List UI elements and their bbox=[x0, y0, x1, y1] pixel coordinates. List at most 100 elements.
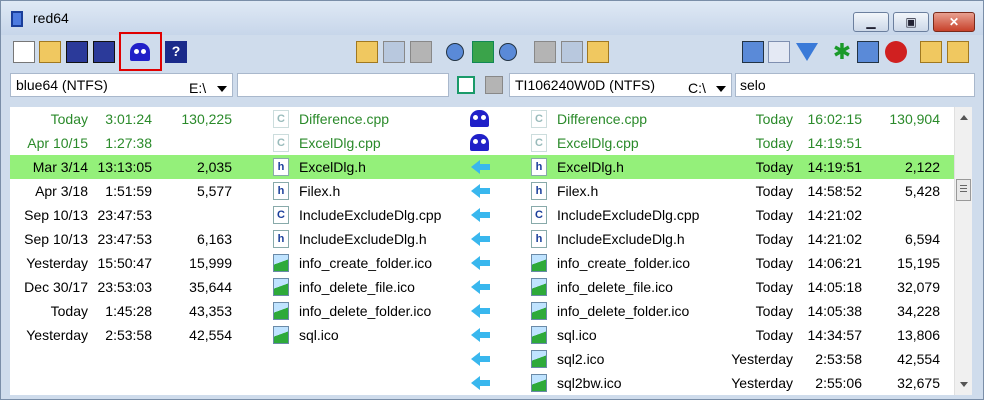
copy-left-arrow-icon[interactable] bbox=[471, 160, 491, 174]
ghost-compare-icon[interactable] bbox=[470, 134, 489, 151]
right-time: 14:34:57 bbox=[807, 327, 863, 343]
copy-left-arrow-icon[interactable] bbox=[471, 232, 491, 246]
clock-icon[interactable] bbox=[768, 41, 790, 63]
left-date: Today bbox=[50, 111, 88, 127]
left-size: 130,225 bbox=[181, 111, 232, 127]
close-button[interactable]: ✕ bbox=[933, 12, 975, 32]
copy-left-arrow-icon[interactable] bbox=[471, 256, 491, 270]
expand-tree-icon[interactable] bbox=[920, 41, 942, 63]
table-row[interactable]: Today 3:01:24 130,225 Difference.cpp Differe… bbox=[10, 107, 954, 131]
image-file-icon bbox=[531, 350, 547, 368]
right-volume-select[interactable]: TI106240W0D (NTFS) C:\ bbox=[509, 73, 732, 97]
collapse-tree-icon[interactable] bbox=[947, 41, 969, 63]
save-icon[interactable] bbox=[66, 41, 88, 63]
left-size: 15,999 bbox=[189, 255, 232, 271]
left-name: sql.ico bbox=[299, 327, 339, 343]
view-cube-icon[interactable] bbox=[742, 41, 764, 63]
copy-left-icon[interactable] bbox=[383, 41, 405, 63]
right-name: IncludeExcludeDlg.cpp bbox=[557, 207, 700, 223]
image-file-icon bbox=[531, 302, 547, 320]
left-name: IncludeExcludeDlg.h bbox=[299, 231, 427, 247]
right-drive-label: C:\ bbox=[688, 80, 706, 96]
stop-icon[interactable] bbox=[485, 76, 503, 94]
image-file-icon bbox=[273, 278, 289, 296]
scroll-up-icon[interactable] bbox=[960, 115, 968, 120]
help-icon[interactable]: ? bbox=[165, 41, 187, 63]
table-row[interactable]: Today 1:45:28 43,353 info_delete_folder.ico… bbox=[10, 299, 954, 323]
left-time: 13:13:05 bbox=[97, 159, 153, 175]
right-size: 32,675 bbox=[897, 375, 940, 391]
table-row[interactable]: Apr 10/15 1:27:38 ExcelDlg.cpp ExcelDlg.cpp… bbox=[10, 131, 954, 155]
table-row[interactable]: Mar 3/14 13:13:05 2,035 ExcelDlg.h ExcelDlg.… bbox=[10, 155, 954, 179]
left-size: 42,554 bbox=[189, 327, 232, 343]
right-time: 14:19:51 bbox=[807, 159, 863, 175]
app-window: red64 ▁ ▣ ✕ ? ✱ blue64 (NTFS) E:\ TI1062… bbox=[0, 0, 984, 400]
left-time: 2:53:58 bbox=[105, 327, 152, 343]
new-document-icon[interactable] bbox=[13, 41, 35, 63]
left-date: Apr 10/15 bbox=[27, 135, 88, 151]
header-file-icon: h bbox=[531, 230, 547, 248]
right-filter-input[interactable]: selo bbox=[735, 73, 975, 97]
right-name: sql2.ico bbox=[557, 351, 605, 367]
right-date: Today bbox=[755, 327, 793, 343]
ghost-compare-icon[interactable] bbox=[470, 110, 489, 127]
table-row[interactable]: Sep 10/13 23:47:53 6,163 IncludeExcludeDlg.… bbox=[10, 227, 954, 251]
filter-icon[interactable] bbox=[796, 43, 818, 61]
left-date: Apr 3/18 bbox=[35, 183, 88, 199]
save-as-icon[interactable] bbox=[93, 41, 115, 63]
right-size: 2,122 bbox=[904, 159, 940, 175]
left-filter-input[interactable] bbox=[237, 73, 449, 97]
table-row[interactable]: sql2.ico Yesterday 2:53:58 42,554 bbox=[10, 347, 954, 371]
open-left-icon[interactable] bbox=[356, 41, 378, 63]
left-size: 6,163 bbox=[196, 231, 232, 247]
copy-right-icon[interactable] bbox=[561, 41, 583, 63]
right-name: info_create_folder.ico bbox=[557, 255, 691, 271]
error-icon[interactable] bbox=[885, 41, 907, 63]
right-name: sql.ico bbox=[557, 327, 597, 343]
right-time: 14:58:52 bbox=[807, 183, 863, 199]
vertical-scrollbar[interactable] bbox=[954, 107, 972, 395]
zoom-icon[interactable] bbox=[499, 43, 517, 61]
right-time: 14:21:02 bbox=[807, 207, 863, 223]
right-date: Yesterday bbox=[731, 351, 793, 367]
left-date: Yesterday bbox=[26, 255, 88, 271]
image-file-icon bbox=[273, 254, 289, 272]
copy-left-arrow-icon[interactable] bbox=[471, 328, 491, 342]
left-volume-select[interactable]: blue64 (NTFS) E:\ bbox=[10, 73, 233, 97]
asterisk-icon[interactable]: ✱ bbox=[831, 41, 853, 63]
open-right-icon[interactable] bbox=[587, 41, 609, 63]
minimize-button[interactable]: ▁ bbox=[853, 12, 889, 32]
find-icon[interactable] bbox=[446, 43, 464, 61]
left-time: 23:47:53 bbox=[97, 231, 153, 247]
link-panes-icon[interactable] bbox=[457, 76, 475, 94]
copy-left-arrow-icon[interactable] bbox=[471, 208, 491, 222]
right-name: info_delete_folder.ico bbox=[557, 303, 690, 319]
table-row[interactable]: Yesterday 2:53:58 42,554 sql.ico sql.ico Toda… bbox=[10, 323, 954, 347]
table-row[interactable]: Dec 30/17 23:53:03 35,644 info_delete_file.… bbox=[10, 275, 954, 299]
file-compare-list[interactable]: Today 3:01:24 130,225 Difference.cpp Differe… bbox=[10, 107, 954, 395]
left-date: Dec 30/17 bbox=[24, 279, 88, 295]
table-row[interactable]: Sep 10/13 23:47:53 IncludeExcludeDlg.cpp In… bbox=[10, 203, 954, 227]
copy-left-arrow-icon[interactable] bbox=[471, 280, 491, 294]
table-row[interactable]: sql2bw.ico Yesterday 2:55:06 32,675 bbox=[10, 371, 954, 395]
not-equal-icon[interactable] bbox=[857, 41, 879, 63]
copy-left-arrow-icon[interactable] bbox=[471, 352, 491, 366]
right-date: Today bbox=[755, 279, 793, 295]
table-row[interactable]: Yesterday 15:50:47 15,999 info_create_folde… bbox=[10, 251, 954, 275]
copy-left-arrow-icon[interactable] bbox=[471, 184, 491, 198]
right-size: 6,594 bbox=[904, 231, 940, 247]
copy-left-arrow-icon[interactable] bbox=[471, 304, 491, 318]
scroll-down-icon[interactable] bbox=[960, 382, 968, 387]
right-time: 14:05:38 bbox=[807, 303, 863, 319]
swap-icon[interactable] bbox=[472, 41, 494, 63]
table-row[interactable]: Apr 3/18 1:51:59 5,577 Filex.h Filex.h Today 1… bbox=[10, 179, 954, 203]
header-file-icon: h bbox=[273, 182, 289, 200]
left-name: info_create_folder.ico bbox=[299, 255, 433, 271]
open-folder-icon[interactable] bbox=[39, 41, 61, 63]
maximize-button[interactable]: ▣ bbox=[893, 12, 929, 32]
left-date: Sep 10/13 bbox=[24, 231, 88, 247]
copy-left-arrow-icon[interactable] bbox=[471, 376, 491, 390]
left-name: ExcelDlg.cpp bbox=[299, 135, 381, 151]
right-date: Yesterday bbox=[731, 375, 793, 391]
scroll-thumb[interactable] bbox=[956, 179, 971, 201]
